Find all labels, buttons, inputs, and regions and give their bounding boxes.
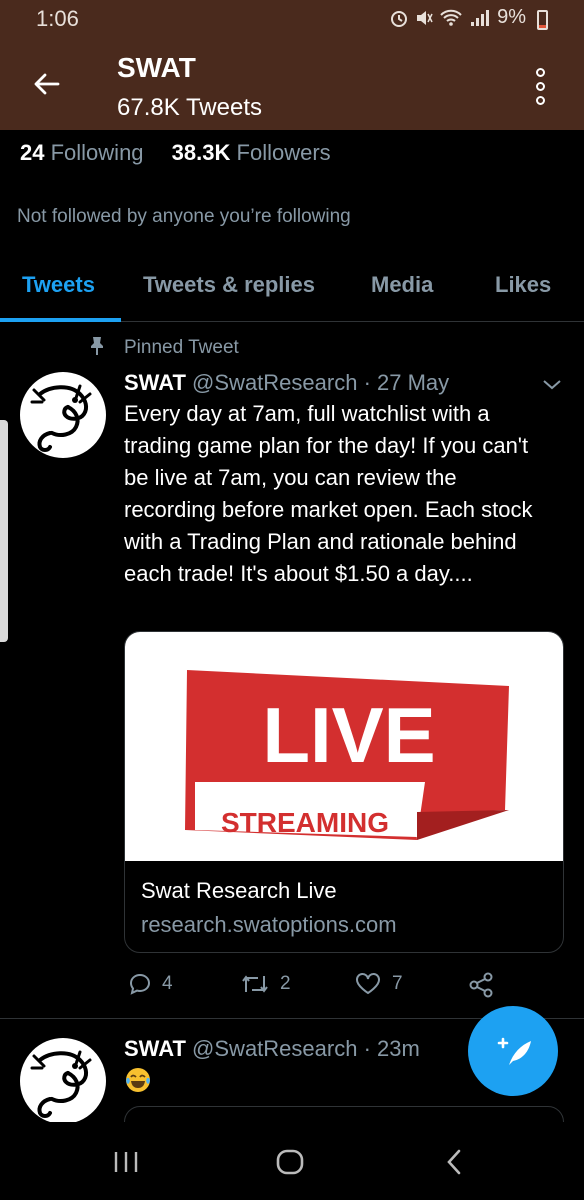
recent-apps-button[interactable] — [96, 1142, 156, 1182]
reply-button[interactable]: 4 — [128, 972, 173, 996]
more-dot-icon — [535, 67, 545, 77]
tweet-count: 67.8K Tweets — [117, 94, 262, 121]
card-image: LIVE STREAMING — [125, 632, 563, 861]
home-icon — [276, 1149, 304, 1175]
following-label: Following — [50, 140, 144, 165]
back-button[interactable] — [22, 62, 70, 106]
author-name[interactable]: SWAT — [124, 1036, 186, 1061]
active-tab-indicator — [0, 318, 121, 322]
banner-streaming-text: STREAMING — [221, 807, 389, 838]
battery-icon — [537, 10, 548, 30]
retweet-button[interactable]: 2 — [240, 972, 291, 996]
author-name[interactable]: SWAT — [124, 370, 186, 395]
status-time: 1:06 — [36, 6, 79, 31]
more-dot-icon — [535, 95, 545, 105]
signal-icon — [471, 9, 490, 26]
tab-tweets[interactable]: Tweets — [22, 272, 95, 298]
profile-tabs: Tweets Tweets & replies Media Likes — [0, 252, 584, 322]
banner-live-text: LIVE — [262, 691, 435, 779]
follow-stats: 24 Following 38.3K Followers — [20, 140, 353, 166]
share-button[interactable] — [468, 972, 494, 998]
like-count: 7 — [392, 973, 403, 994]
not-followed-text: Not followed by anyone you’re following — [17, 206, 351, 227]
dragon-logo-icon — [30, 1050, 92, 1118]
reply-icon — [129, 973, 151, 995]
tab-media[interactable]: Media — [371, 272, 433, 298]
scrollbar-thumb[interactable] — [0, 420, 8, 642]
recent-apps-icon — [114, 1152, 138, 1172]
tweet-actions: 4 2 7 — [124, 972, 564, 1002]
alarm-icon — [391, 10, 408, 27]
more-dot-icon — [535, 81, 545, 91]
compose-tweet-button[interactable] — [468, 1006, 558, 1096]
chevron-left-icon — [447, 1149, 461, 1175]
avatar[interactable] — [20, 1038, 106, 1124]
heart-icon — [356, 973, 380, 995]
followers-count: 38.3K — [171, 140, 231, 165]
profile-title: SWAT — [117, 52, 196, 83]
tweet-header: SWAT @SwatResearch · 27 May — [124, 370, 449, 396]
system-nav-bar — [0, 1122, 584, 1200]
followers-link[interactable]: 38.3K Followers — [172, 140, 331, 166]
like-button[interactable]: 7 — [354, 972, 403, 996]
mute-icon — [417, 10, 433, 25]
tweet-header: SWAT @SwatResearch · 23m — [124, 1036, 420, 1062]
share-icon — [469, 972, 493, 998]
author-handle[interactable]: @SwatResearch — [192, 370, 357, 395]
battery-percent: 9% — [497, 6, 526, 28]
tweet-time: · 23m — [363, 1036, 420, 1061]
reply-count: 4 — [162, 973, 173, 994]
tab-tweets-replies[interactable]: Tweets & replies — [143, 272, 315, 298]
more-options-button[interactable] — [520, 64, 560, 108]
arrow-left-icon — [34, 73, 60, 95]
status-bar: 1:06 9% — [0, 0, 584, 38]
pinned-label: Pinned Tweet — [124, 337, 239, 358]
card-title: Swat Research Live — [141, 878, 337, 903]
retweet-count: 2 — [280, 973, 291, 994]
dragon-logo-icon — [30, 384, 92, 452]
following-link[interactable]: 24 Following — [20, 140, 144, 166]
tweet-date: · 27 May — [363, 370, 450, 395]
tweet-text: Every day at 7am, full watchlist with a … — [124, 401, 533, 586]
author-handle[interactable]: @SwatResearch — [192, 1036, 357, 1061]
face-with-tears-of-joy-icon — [126, 1068, 150, 1092]
link-card[interactable]: LIVE STREAMING Swat Research Live resear… — [124, 631, 564, 953]
app-bar: SWAT 67.8K Tweets — [0, 38, 584, 130]
tab-likes[interactable]: Likes — [495, 272, 551, 298]
avatar[interactable] — [20, 372, 106, 458]
retweet-icon — [242, 975, 268, 993]
pin-icon — [91, 337, 103, 355]
wifi-icon — [440, 9, 462, 26]
card-domain: research.swatoptions.com — [141, 912, 397, 937]
status-icons: 9% — [389, 6, 540, 29]
home-button[interactable] — [260, 1142, 320, 1182]
chevron-down-icon[interactable] — [540, 372, 564, 396]
system-back-button[interactable] — [424, 1142, 484, 1182]
live-streaming-banner: LIVE STREAMING — [185, 670, 509, 840]
following-count: 24 — [20, 140, 45, 165]
compose-feather-icon — [497, 1037, 531, 1065]
followers-label: Followers — [236, 140, 331, 165]
